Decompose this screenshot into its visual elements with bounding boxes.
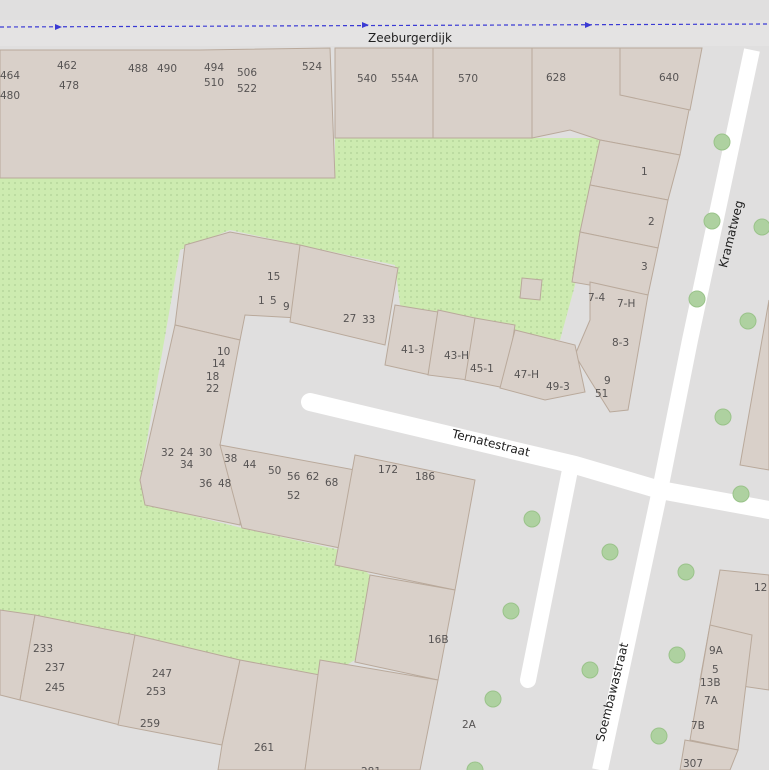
house-number: 56 bbox=[287, 471, 301, 483]
tree-icon bbox=[668, 646, 686, 664]
house-number: 259 bbox=[140, 718, 160, 730]
tree-icon bbox=[601, 543, 619, 561]
house-number: 7-H bbox=[617, 298, 635, 310]
tree-icon bbox=[484, 690, 502, 708]
house-number: 9 bbox=[604, 375, 611, 387]
house-number: 32 bbox=[161, 447, 174, 459]
house-number: 38 bbox=[224, 453, 237, 465]
house-number: 488 bbox=[128, 63, 148, 75]
house-number: 172 bbox=[378, 464, 398, 476]
house-number: 9A bbox=[709, 645, 724, 657]
house-number: 47-H bbox=[514, 369, 539, 381]
house-number: 494 bbox=[204, 62, 224, 74]
house-number: 41-3 bbox=[401, 344, 425, 356]
house-number: 510 bbox=[204, 77, 224, 89]
tree-icon bbox=[650, 727, 668, 745]
house-number: 52 bbox=[287, 490, 300, 502]
house-number: 2A bbox=[462, 719, 477, 731]
house-number: 261 bbox=[254, 742, 274, 754]
house-number: 522 bbox=[237, 83, 257, 95]
tree-icon bbox=[739, 312, 757, 330]
house-number: 12 bbox=[754, 582, 767, 594]
house-number: 1 bbox=[641, 166, 648, 178]
tree-icon bbox=[502, 602, 520, 620]
house-number: 7B bbox=[691, 720, 705, 732]
house-number: 5 bbox=[712, 664, 719, 676]
building[interactable] bbox=[304, 659, 439, 770]
house-number: 27 bbox=[343, 313, 356, 325]
tree-icon bbox=[703, 212, 721, 230]
building[interactable] bbox=[354, 574, 456, 681]
house-number: 464 bbox=[0, 70, 20, 82]
house-number: 570 bbox=[458, 73, 478, 85]
house-number: 36 bbox=[199, 478, 213, 490]
house-number: 68 bbox=[325, 477, 338, 489]
house-number: 43-H bbox=[444, 350, 469, 362]
house-number: 554A bbox=[391, 73, 419, 85]
house-number: 480 bbox=[0, 90, 20, 102]
house-number: 48 bbox=[218, 478, 231, 490]
house-number: 245 bbox=[45, 682, 65, 694]
house-number: 628 bbox=[546, 72, 566, 84]
house-number: 33 bbox=[362, 314, 375, 326]
house-number: 281 bbox=[361, 766, 381, 770]
house-number: 5 bbox=[270, 295, 277, 307]
tree-icon bbox=[713, 133, 731, 151]
map-canvas[interactable]: Zeeburgerdijk Kramatweg Ternatestraat So… bbox=[0, 0, 769, 770]
house-number: 45-1 bbox=[470, 363, 494, 375]
house-number: 18 bbox=[206, 371, 219, 383]
tree-icon bbox=[677, 563, 695, 581]
house-number: 10 bbox=[217, 346, 230, 358]
house-number: 640 bbox=[659, 72, 679, 84]
tree-icon bbox=[523, 510, 541, 528]
house-number: 237 bbox=[45, 662, 65, 674]
house-number: 524 bbox=[302, 61, 322, 73]
house-number: 540 bbox=[357, 73, 377, 85]
house-number: 462 bbox=[57, 60, 77, 72]
house-number: 478 bbox=[59, 80, 79, 92]
house-number: 44 bbox=[243, 459, 257, 471]
street-label-zeeburgerdijk: Zeeburgerdijk bbox=[368, 31, 452, 45]
house-number: 49-3 bbox=[546, 381, 570, 393]
house-number: 62 bbox=[306, 471, 319, 483]
house-number: 51 bbox=[595, 388, 608, 400]
building[interactable] bbox=[519, 277, 543, 301]
house-number: 22 bbox=[206, 383, 219, 395]
house-number: 30 bbox=[199, 447, 212, 459]
house-number: 233 bbox=[33, 643, 53, 655]
house-number: 24 bbox=[180, 447, 194, 459]
house-number: 8-3 bbox=[612, 337, 629, 349]
house-number: 9 bbox=[283, 301, 290, 313]
house-number: 2 bbox=[648, 216, 655, 228]
house-number: 34 bbox=[180, 459, 194, 471]
house-number: 16B bbox=[428, 634, 449, 646]
tree-icon bbox=[714, 408, 732, 426]
house-number: 3 bbox=[641, 261, 648, 273]
house-number: 7A bbox=[704, 695, 719, 707]
house-number: 13B bbox=[700, 677, 721, 689]
house-number: 186 bbox=[415, 471, 435, 483]
building[interactable] bbox=[432, 47, 533, 139]
tree-icon bbox=[581, 661, 599, 679]
house-number: 15 bbox=[267, 271, 280, 283]
map-svg[interactable]: Zeeburgerdijk Kramatweg Ternatestraat So… bbox=[0, 0, 769, 770]
house-number: 253 bbox=[146, 686, 166, 698]
house-number: 7-4 bbox=[588, 292, 605, 304]
house-number: 50 bbox=[268, 465, 281, 477]
house-number: 14 bbox=[212, 358, 226, 370]
house-number: 247 bbox=[152, 668, 172, 680]
house-number: 1 bbox=[258, 295, 265, 307]
tree-icon bbox=[753, 218, 769, 236]
house-number: 490 bbox=[157, 63, 177, 75]
building[interactable] bbox=[334, 47, 434, 139]
house-number: 307 bbox=[683, 758, 703, 770]
tree-icon bbox=[688, 290, 706, 308]
house-number: 506 bbox=[237, 67, 257, 79]
tree-icon bbox=[732, 485, 750, 503]
building[interactable] bbox=[334, 454, 476, 591]
